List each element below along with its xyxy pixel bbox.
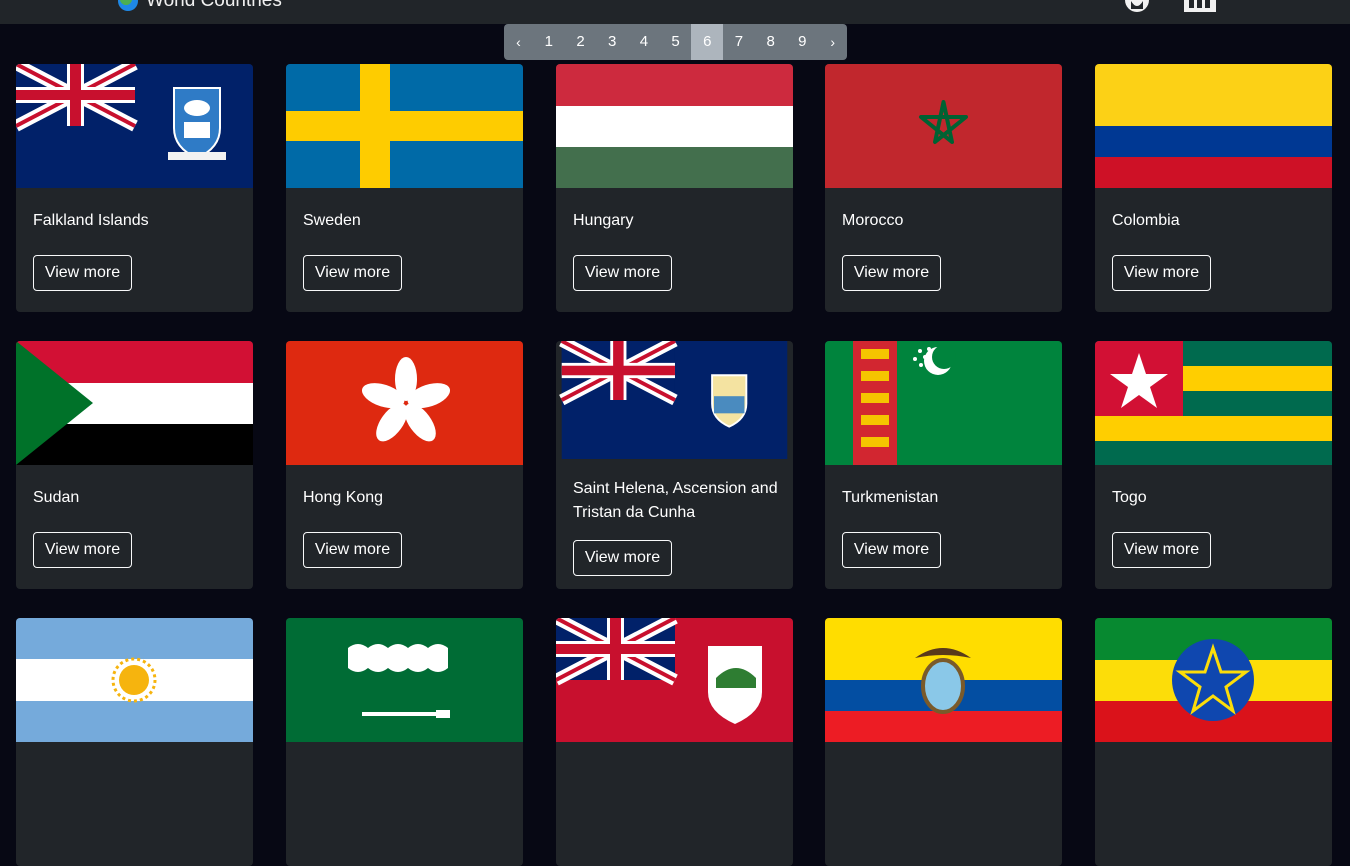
country-card: Falkland Islands View more [16, 64, 253, 312]
view-more-button[interactable]: View more [842, 255, 941, 291]
prev-page-button[interactable]: ‹ [504, 24, 533, 60]
page-button[interactable]: 9 [787, 24, 819, 60]
grid-view-icon[interactable] [1184, 0, 1216, 12]
view-more-button[interactable]: View more [573, 255, 672, 291]
country-card [556, 618, 793, 866]
country-card: Sweden View more [286, 64, 523, 312]
country-card: Colombia View more [1095, 64, 1332, 312]
view-more-button[interactable]: View more [33, 532, 132, 568]
country-card: Saint Helena, Ascension and Tristan da C… [556, 341, 793, 589]
globe-icon [118, 0, 138, 11]
view-more-button[interactable]: View more [303, 532, 402, 568]
pagination: ‹ 1 2 3 4 5 6 7 8 9 › [504, 24, 848, 60]
github-icon[interactable] [1121, 0, 1153, 12]
view-more-button[interactable]: View more [303, 255, 402, 291]
country-name: Hong Kong [303, 489, 384, 506]
flag-turkmenistan [825, 341, 1062, 465]
country-name: Turkmenistan [842, 489, 939, 506]
flag-sweden [286, 64, 523, 188]
country-card: Hong Kong View more [286, 341, 523, 589]
country-card [16, 618, 253, 866]
view-more-button[interactable]: View more [842, 532, 941, 568]
country-name: Saint Helena, Ascension and Tristan da C… [573, 480, 778, 521]
country-name: Falkland Islands [33, 212, 149, 229]
country-name: Sudan [33, 489, 80, 506]
flag-saudi-arabia [286, 618, 523, 742]
page-button-current[interactable]: 6 [691, 24, 724, 60]
flag-hong-kong [286, 341, 523, 465]
country-card: Hungary View more [556, 64, 793, 312]
app-title: World Countries [146, 0, 282, 11]
flag-falkland-islands [16, 64, 253, 188]
page-button[interactable]: 3 [596, 24, 628, 60]
country-name: Colombia [1112, 212, 1180, 229]
page-button[interactable]: 5 [660, 24, 692, 60]
navbar: World Countries [0, 0, 1350, 24]
flag-saint-helena [556, 341, 793, 465]
flag-bermuda [556, 618, 793, 742]
flag-colombia [1095, 64, 1332, 188]
flag-morocco [825, 64, 1062, 188]
flag-argentina [16, 618, 253, 742]
page-button[interactable]: 4 [628, 24, 660, 60]
country-name: Sweden [303, 212, 361, 229]
flag-togo [1095, 341, 1332, 465]
country-name: Togo [1112, 489, 1147, 506]
brand[interactable]: World Countries [118, 0, 282, 11]
flag-hungary [556, 64, 793, 188]
flag-ecuador [825, 618, 1062, 742]
page-button[interactable]: 1 [533, 24, 565, 60]
country-card: Morocco View more [825, 64, 1062, 312]
view-more-button[interactable]: View more [1112, 255, 1211, 291]
page-button[interactable]: 8 [755, 24, 787, 60]
view-more-button[interactable]: View more [33, 255, 132, 291]
country-card [825, 618, 1062, 866]
country-card [286, 618, 523, 866]
country-name: Hungary [573, 212, 634, 229]
country-name: Morocco [842, 212, 904, 229]
country-card: Turkmenistan View more [825, 341, 1062, 589]
page-button[interactable]: 2 [565, 24, 597, 60]
flag-ethiopia [1095, 618, 1332, 742]
country-card: Togo View more [1095, 341, 1332, 589]
page-button[interactable]: 7 [723, 24, 755, 60]
next-page-button[interactable]: › [818, 24, 847, 60]
flag-sudan [16, 341, 253, 465]
country-card [1095, 618, 1332, 866]
view-more-button[interactable]: View more [573, 540, 672, 576]
country-card: Sudan View more [16, 341, 253, 589]
view-more-button[interactable]: View more [1112, 532, 1211, 568]
